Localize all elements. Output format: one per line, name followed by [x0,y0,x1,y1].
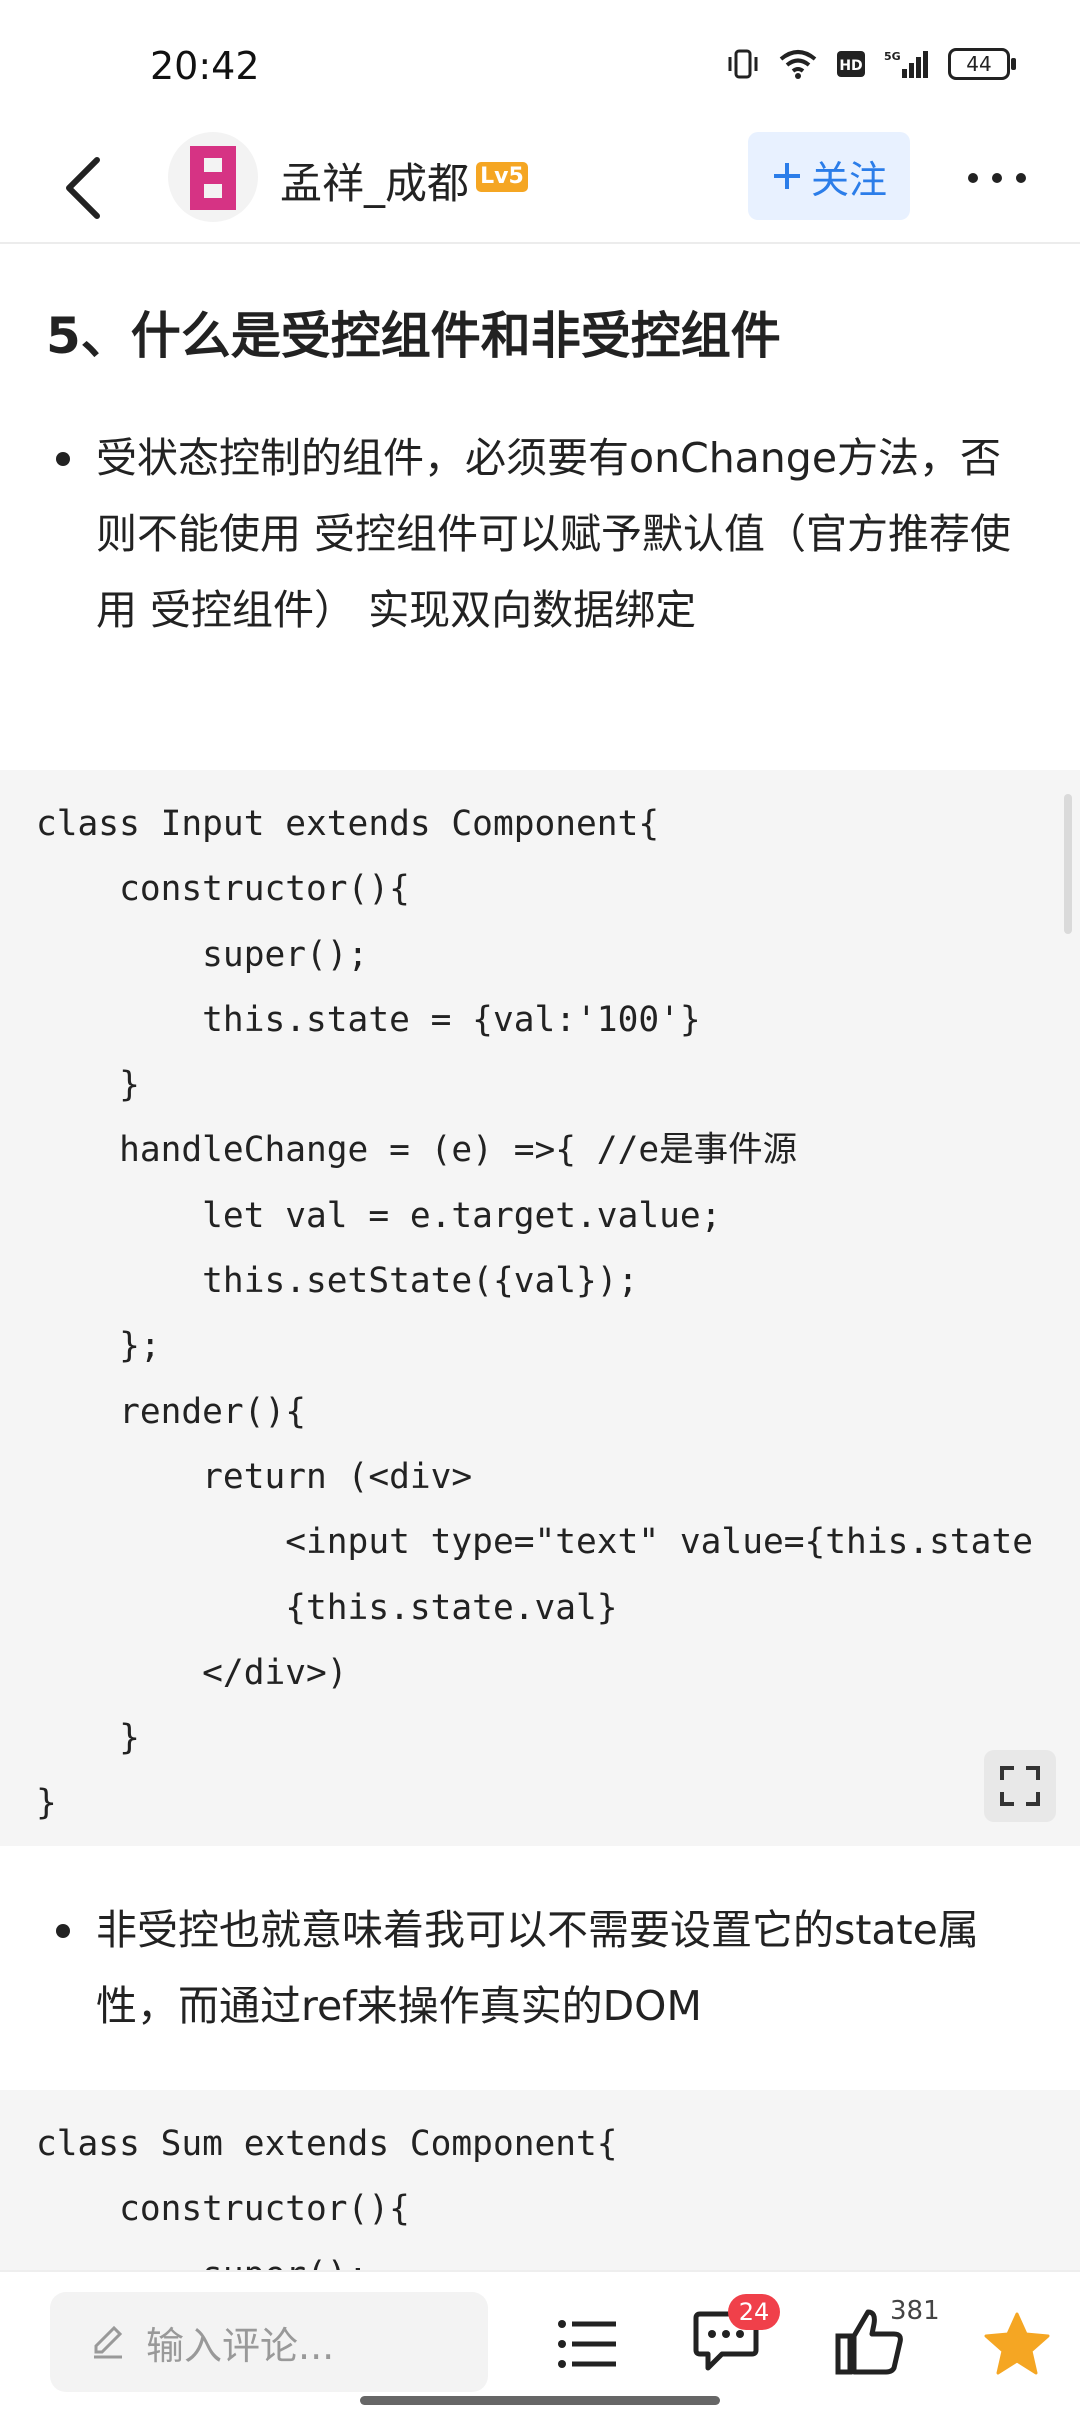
hd-icon: HD [837,51,865,77]
author-name[interactable]: 孟祥_成都 [280,150,469,211]
code-block-sum: class Sum extends Component{ constructor… [0,2090,1080,2270]
pencil-icon [94,2325,123,2359]
catalog-icon[interactable] [556,2316,620,2372]
battery-icon: 44 [948,48,1016,80]
follow-label: 关注 [810,157,887,202]
svg-text:5G: 5G [884,50,901,63]
fullscreen-icon [1000,1766,1040,1806]
plus-icon [773,163,800,189]
fullscreen-button[interactable] [984,1750,1056,1822]
code-text: class Input extends Component{ construct… [36,804,1033,1824]
signal-icon: 5G [884,50,928,78]
avatar-logo-icon [190,146,236,210]
code-text: class Sum extends Component{ constructor… [36,2124,618,2270]
vibrate-icon [728,49,758,79]
code-block-input: class Input extends Component{ construct… [0,770,1080,1846]
star-icon[interactable] [984,2312,1050,2376]
status-time: 20:42 [150,44,260,88]
follow-button[interactable]: 关注 [748,132,910,220]
back-icon[interactable] [55,148,115,228]
more-icon[interactable] [965,170,1029,186]
like-count: 381 [890,2296,940,2326]
bullet-controlled: 受状态控制的组件，必须要有onChange方法，否则不能使用 受控组件可以赋予默… [56,420,1016,648]
bottom-bar: 输入评论... 24 381 [0,2270,1080,2414]
comment-input[interactable]: 输入评论... [50,2292,488,2392]
article-header: 孟祥_成都 Lv5 关注 [0,130,1080,244]
section-title: 5、什么是受控组件和非受控组件 [46,307,781,365]
home-indicator[interactable] [360,2396,720,2405]
wifi-icon [779,50,817,79]
status-bar: 20:42 HD 5G 44 [0,0,1080,130]
level-badge: Lv5 [476,162,528,192]
code-scrollbar[interactable] [1064,794,1072,934]
message-count-badge: 24 [728,2294,780,2330]
status-icons: HD 5G 44 [726,48,1016,80]
comment-placeholder: 输入评论... [146,2323,335,2368]
avatar[interactable] [168,132,258,222]
bullet-uncontrolled: 非受控也就意味着我可以不需要设置它的state属性，而通过ref来操作真实的DO… [56,1892,1016,2044]
svg-text:HD: HD [839,58,862,74]
